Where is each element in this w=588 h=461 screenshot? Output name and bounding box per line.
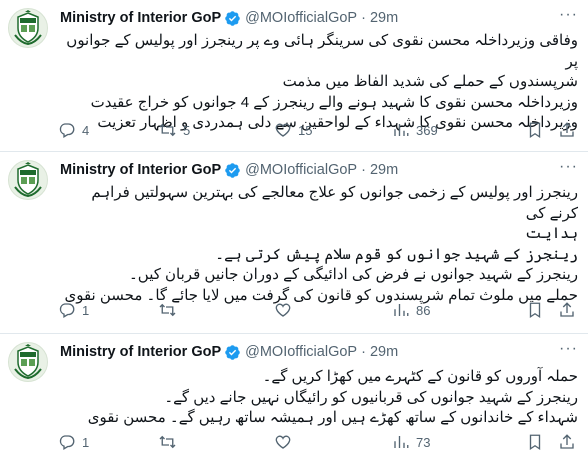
- bookmark-icon[interactable]: [526, 433, 544, 451]
- views-count: 86: [416, 302, 431, 318]
- retweet-icon: [159, 123, 176, 137]
- tweet-card[interactable]: Ministry of Interior GoP @MOIofficialGoP…: [0, 152, 588, 334]
- tweet-text-line: وزیرداخلہ محسن نقوی کا شہید ہونے والے ری…: [90, 93, 578, 111]
- like-button[interactable]: [274, 301, 392, 319]
- like-count: 15: [298, 122, 313, 138]
- like-icon: [275, 435, 291, 449]
- timestamp[interactable]: 29m: [370, 10, 398, 26]
- tweet-card[interactable]: Ministry of Interior GoP @MOIofficialGoP…: [0, 0, 588, 152]
- avatar[interactable]: [8, 8, 48, 48]
- author-name[interactable]: Ministry of Interior GoP: [60, 162, 221, 178]
- separator-dot: ·: [361, 10, 366, 26]
- timestamp[interactable]: 29m: [370, 162, 398, 178]
- tweet-card[interactable]: Ministry of Interior GoP @MOIofficialGoP…: [0, 334, 588, 461]
- verified-badge-icon: [224, 10, 241, 27]
- avatar[interactable]: [8, 342, 48, 382]
- author-handle[interactable]: @MOIofficialGoP: [245, 10, 357, 26]
- retweet-button[interactable]: [158, 433, 274, 451]
- tweet-text-line: رینجرز اور پولیس کے زخمی جوانوں کو علاج …: [91, 184, 578, 222]
- retweet-button[interactable]: [158, 301, 274, 319]
- author-handle[interactable]: @MOIofficialGoP: [245, 344, 357, 360]
- bookmark-icon[interactable]: [526, 121, 544, 139]
- author-handle[interactable]: @MOIofficialGoP: [245, 162, 357, 178]
- views-button[interactable]: 86: [392, 301, 502, 319]
- like-icon: [275, 123, 291, 137]
- tweet-text-line: رینجرز کے شہید جوانوں نے فرض کی ادائیگی …: [129, 266, 578, 283]
- reply-button[interactable]: 4: [58, 121, 158, 139]
- verified-badge-icon: [224, 162, 241, 179]
- reply-count: 4: [82, 122, 90, 138]
- pakistan-emblem-icon: [14, 344, 42, 380]
- views-count: 369: [416, 122, 438, 138]
- retweet-count: 5: [183, 122, 191, 138]
- views-icon: [394, 304, 409, 316]
- separator-dot: ·: [361, 344, 366, 360]
- like-button[interactable]: [274, 433, 392, 451]
- tweet-end-actions: [526, 301, 576, 319]
- tweet-header: Ministry of Interior GoP @MOIofficialGoP…: [60, 8, 578, 28]
- more-icon[interactable]: ···: [559, 340, 578, 358]
- tweet-text-line: رینجرز کے شہید جوانوں کو قوم سلام پیش کر…: [215, 245, 578, 263]
- share-icon[interactable]: [558, 433, 576, 451]
- like-button[interactable]: 15: [274, 121, 392, 139]
- retweet-button[interactable]: 5: [158, 121, 274, 139]
- views-button[interactable]: 369: [392, 121, 502, 139]
- tweet-text: رینجرز اور پولیس کے زخمی جوانوں کو علاج …: [60, 183, 578, 306]
- timestamp[interactable]: 29m: [370, 344, 398, 360]
- tweet-text-line: وفاقی وزیرداخلہ محسن نقوی کی سرینگر ہائی…: [66, 32, 578, 70]
- reply-icon: [59, 303, 75, 318]
- tweet-header: Ministry of Interior GoP @MOIofficialGoP…: [60, 160, 578, 180]
- views-icon: [394, 436, 409, 448]
- tweet-text: وفاقی وزیرداخلہ محسن نقوی کی سرینگر ہائی…: [60, 31, 578, 134]
- tweet-text-line: شرپسندوں کے حملے کی شدید الفاظ میں مذمت: [282, 73, 578, 90]
- tweet-end-actions: [526, 433, 576, 451]
- bookmark-icon[interactable]: [526, 301, 544, 319]
- reply-icon: [59, 123, 75, 138]
- separator-dot: ·: [361, 162, 366, 178]
- tweet-text-line: شہداء کے خاندانوں کے ساتھ کھڑے ہیں اور ہ…: [87, 409, 578, 426]
- more-icon[interactable]: ···: [559, 158, 578, 176]
- tweet-text-line: رینجرز کے شہید جوانوں کی قربانیوں کو رائ…: [164, 388, 578, 406]
- like-icon: [275, 303, 291, 317]
- more-icon[interactable]: ···: [559, 6, 578, 24]
- author-name[interactable]: Ministry of Interior GoP: [60, 10, 221, 26]
- author-name[interactable]: Ministry of Interior GoP: [60, 344, 221, 360]
- avatar[interactable]: [8, 160, 48, 200]
- retweet-icon: [159, 303, 176, 317]
- views-icon: [394, 124, 409, 136]
- tweet-text-line: ہدایت: [525, 225, 578, 242]
- pakistan-emblem-icon: [14, 162, 42, 198]
- share-icon[interactable]: [558, 301, 576, 319]
- share-icon[interactable]: [558, 121, 576, 139]
- views-button[interactable]: 73: [392, 433, 502, 451]
- reply-button[interactable]: 1: [58, 433, 158, 451]
- pakistan-emblem-icon: [14, 10, 42, 46]
- tweet-end-actions: [526, 121, 576, 139]
- reply-count: 1: [82, 302, 90, 318]
- retweet-icon: [159, 435, 176, 449]
- tweet-text-line: حملہ آوروں کو قانون کے کٹہرے میں کھڑا کر…: [262, 368, 578, 385]
- reply-count: 1: [82, 434, 90, 450]
- tweet-actions: 1 73: [58, 432, 576, 452]
- tweet-text: حملہ آوروں کو قانون کے کٹہرے میں کھڑا کر…: [60, 367, 578, 429]
- tweet-actions: 1 86: [58, 300, 576, 320]
- verified-badge-icon: [224, 344, 241, 361]
- views-count: 73: [416, 434, 431, 450]
- tweet-header: Ministry of Interior GoP @MOIofficialGoP…: [60, 342, 578, 362]
- tweet-actions: 4 5 15 369: [58, 120, 576, 140]
- reply-icon: [59, 435, 75, 450]
- reply-button[interactable]: 1: [58, 301, 158, 319]
